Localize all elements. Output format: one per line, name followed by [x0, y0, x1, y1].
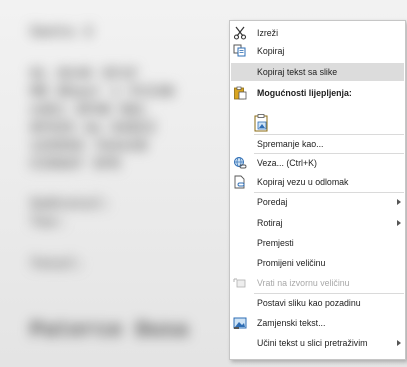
menu-item-arrange[interactable]: Poredaj [231, 193, 404, 211]
submenu-arrow-icon [397, 220, 401, 226]
link-globe-icon [233, 156, 247, 170]
menu-item-label: Rotiraj [257, 218, 283, 228]
menu-item-paste-options: Mogućnosti lijepljenja: [231, 84, 404, 102]
menu-item-label: Učini tekst u slici pretraživim [257, 338, 368, 348]
restore-size-icon [233, 276, 247, 290]
menu-item-move[interactable]: Premjesti [231, 234, 404, 252]
menu-item-restore-size: Vrati na izvornu veličinu [231, 274, 404, 292]
scissors-icon [233, 26, 247, 40]
menu-item-copy[interactable]: Kopiraj [231, 42, 404, 60]
menu-item-label: Zamjenski tekst... [257, 318, 326, 328]
alt-text-icon [233, 316, 247, 330]
menu-item-save-as[interactable]: Spremanje kao... [231, 135, 404, 153]
menu-item-label: Premjesti [257, 238, 294, 248]
menu-item-cut[interactable]: Izreži [231, 24, 404, 42]
menu-item-label: Kopiraj vezu u odlomak [257, 177, 349, 187]
menu-item-set-background[interactable]: Postavi sliku kao pozadinu [231, 294, 404, 312]
menu-item-label: Mogućnosti lijepljenja: [257, 88, 352, 98]
menu-item-resize[interactable]: Promijeni veličinu [231, 254, 404, 272]
menu-item-alt-text[interactable]: Zamjenski tekst... [231, 314, 404, 332]
menu-item-copy-link[interactable]: Kopiraj vezu u odlomak [231, 173, 404, 191]
menu-item-copy-text-from-image[interactable]: Kopiraj tekst sa slike [231, 63, 404, 81]
menu-item-label: Postavi sliku kao pozadinu [257, 298, 361, 308]
copy-icon [233, 44, 247, 58]
copy-link-icon [233, 175, 247, 189]
menu-item-link[interactable]: Veza... (Ctrl+K) [231, 154, 404, 172]
submenu-arrow-icon [397, 340, 401, 346]
menu-item-label: Veza... (Ctrl+K) [257, 158, 317, 168]
menu-item-label: Kopiraj tekst sa slike [257, 67, 338, 77]
menu-item-make-searchable[interactable]: Učini tekst u slici pretraživim [231, 334, 404, 352]
menu-item-label: Spremanje kao... [257, 139, 324, 149]
menu-item-label: Izreži [257, 28, 279, 38]
menu-item-label: Kopiraj [257, 46, 285, 56]
context-menu: Izreži Kopiraj Kopiraj tekst sa slike Mo… [229, 20, 406, 360]
menu-item-label: Promijeni veličinu [257, 258, 326, 268]
paste-icon [233, 86, 247, 100]
menu-item-rotate[interactable]: Rotiraj [231, 214, 404, 232]
submenu-arrow-icon [397, 199, 401, 205]
menu-item-label: Vrati na izvornu veličinu [257, 278, 350, 288]
menu-item-label: Poredaj [257, 197, 288, 207]
paste-as-picture-button[interactable] [252, 113, 272, 133]
